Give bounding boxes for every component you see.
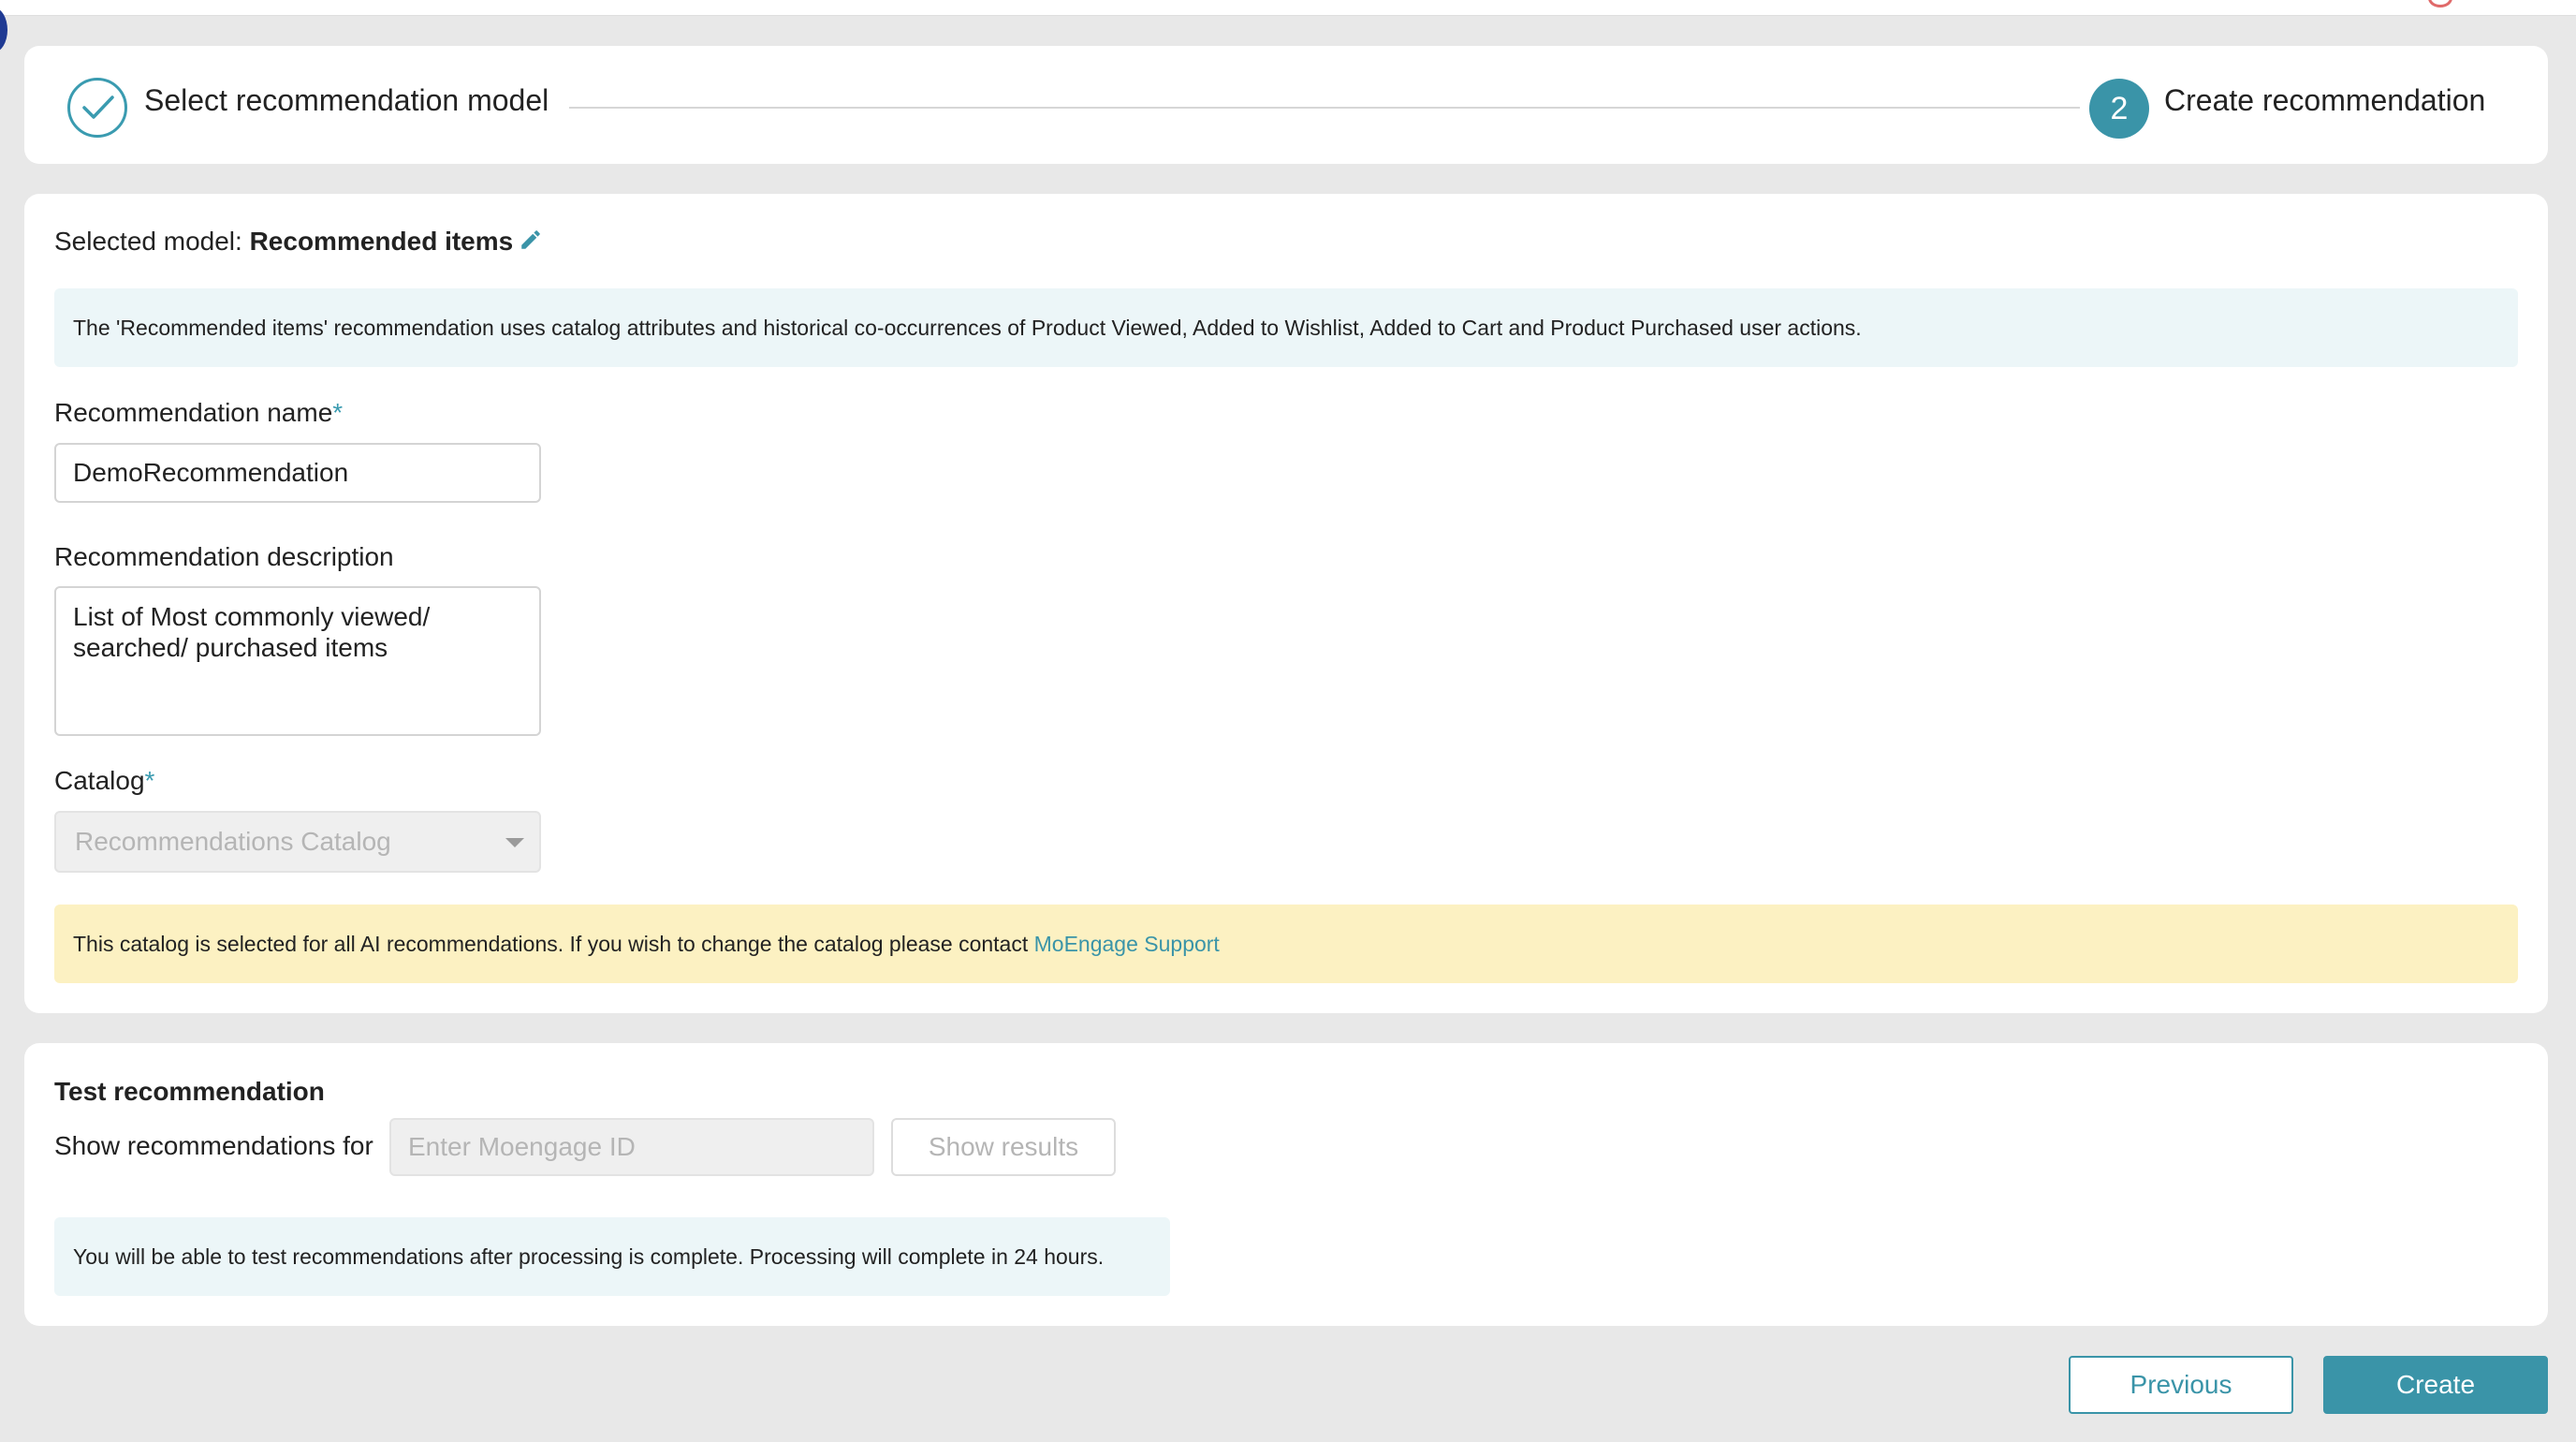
catalog-notice-banner: This catalog is selected for all AI reco… xyxy=(54,905,2518,983)
step-connector xyxy=(569,107,2080,109)
moengage-support-link[interactable]: MoEngage Support xyxy=(1034,932,1220,956)
previous-button[interactable]: Previous xyxy=(2069,1356,2293,1414)
selected-model-prefix: Selected model: xyxy=(54,227,250,256)
test-recommendation-card: Test recommendation Show recommendations… xyxy=(24,1043,2548,1326)
recommendation-form-card: Selected model: Recommended items The 'R… xyxy=(24,194,2548,1013)
description-label: Recommendation description xyxy=(54,542,394,572)
show-for-label: Show recommendations for xyxy=(54,1131,373,1161)
selected-model-name: Recommended items xyxy=(250,227,514,256)
recommendation-description-textarea[interactable]: List of Most commonly viewed/ searched/ … xyxy=(54,586,541,736)
moengage-id-input[interactable]: Enter Moengage ID xyxy=(389,1118,874,1176)
caret-down-icon xyxy=(505,838,524,847)
processing-note-banner: You will be able to test recommendations… xyxy=(54,1217,1170,1296)
recommendation-name-input[interactable]: DemoRecommendation xyxy=(54,443,541,503)
show-results-button[interactable]: Show results xyxy=(891,1118,1116,1176)
catalog-select: Recommendations Catalog xyxy=(54,811,541,873)
name-label-text: Recommendation name xyxy=(54,398,332,427)
catalog-label: Catalog* xyxy=(54,766,154,796)
required-marker: * xyxy=(145,766,155,795)
model-info-banner: The 'Recommended items' recommendation u… xyxy=(54,288,2518,367)
pencil-icon[interactable] xyxy=(519,228,543,252)
test-section-title: Test recommendation xyxy=(54,1077,325,1107)
selected-model: Selected model: Recommended items xyxy=(54,227,513,257)
top-bar xyxy=(0,0,2576,16)
step2-number-badge: 2 xyxy=(2089,79,2149,139)
catalog-label-text: Catalog xyxy=(54,766,145,795)
name-label: Recommendation name* xyxy=(54,398,343,428)
catalog-notice-text: This catalog is selected for all AI reco… xyxy=(73,932,1034,956)
stepper: Select recommendation model 2 Create rec… xyxy=(24,46,2548,164)
create-button[interactable]: Create xyxy=(2323,1356,2548,1414)
step1-complete-badge xyxy=(67,78,127,138)
step1-label[interactable]: Select recommendation model xyxy=(144,83,549,118)
catalog-select-value: Recommendations Catalog xyxy=(75,827,391,856)
required-marker: * xyxy=(332,398,343,427)
check-icon xyxy=(81,94,115,122)
step2-label: Create recommendation xyxy=(2164,83,2485,118)
